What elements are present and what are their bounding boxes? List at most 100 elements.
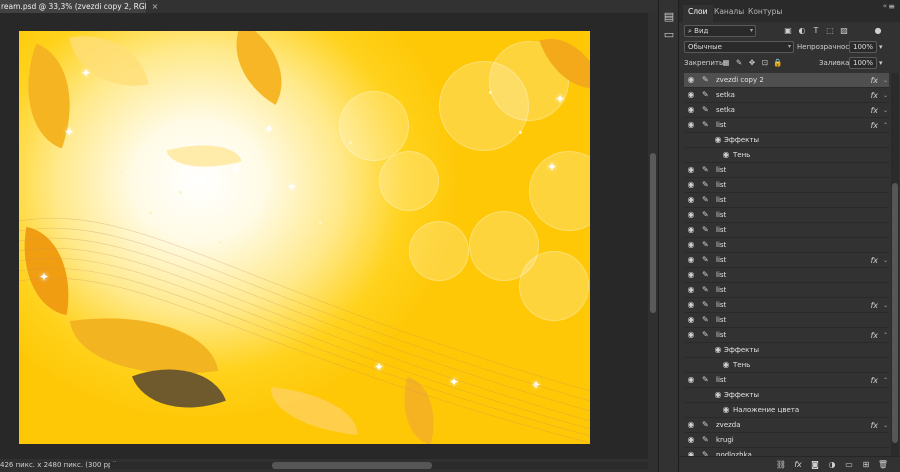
close-tab-icon[interactable]: × bbox=[150, 0, 160, 13]
smart-object-filter-icon[interactable]: ▨ bbox=[839, 26, 849, 36]
collapse-panel-icon[interactable]: « bbox=[883, 2, 887, 10]
layer-row[interactable]: ◉ ✎ list bbox=[684, 193, 889, 208]
visibility-eye-icon[interactable]: ◉ bbox=[686, 240, 696, 250]
visibility-eye-icon[interactable]: ◉ bbox=[686, 210, 696, 220]
filter-toggle-icon[interactable]: ● bbox=[873, 26, 883, 36]
horizontal-scroll-thumb[interactable] bbox=[272, 462, 432, 469]
lock-position-icon[interactable]: ✥ bbox=[747, 58, 757, 68]
layer-row[interactable]: ◉ ✎ list bbox=[684, 313, 889, 328]
layer-fx-icon[interactable]: fx bbox=[870, 118, 878, 133]
layer-fx-icon[interactable]: fx bbox=[870, 373, 878, 388]
layer-fx-icon[interactable]: fx bbox=[870, 103, 878, 118]
new-group-icon[interactable]: ▭ bbox=[843, 459, 855, 471]
history-panel-icon[interactable]: ▤ bbox=[662, 10, 676, 24]
blend-mode-select[interactable]: Обычные ▾ bbox=[684, 41, 794, 53]
layer-row[interactable]: ◉ ✎ list fx ⌄ bbox=[684, 298, 889, 313]
fx-expand-chevron-icon[interactable]: ⌄ bbox=[883, 298, 888, 313]
layer-row[interactable]: ◉ ✎ list fx ⌃ bbox=[684, 373, 889, 388]
type-filter-icon[interactable]: T bbox=[811, 26, 821, 36]
lock-all-icon[interactable]: 🔒 bbox=[773, 58, 783, 68]
fx-expand-chevron-icon[interactable]: ⌄ bbox=[883, 418, 888, 433]
visibility-eye-icon[interactable]: ◉ bbox=[686, 330, 696, 340]
fill-input[interactable]: 100% bbox=[849, 57, 877, 69]
effect-row[interactable]: ◉ Эффекты bbox=[684, 343, 889, 358]
shape-filter-icon[interactable]: ⬚ bbox=[825, 26, 835, 36]
image-filter-icon[interactable]: ▣ bbox=[783, 26, 793, 36]
filter-kind-select[interactable]: ⌕ Вид ▾ bbox=[684, 25, 756, 37]
layer-row[interactable]: ◉ ✎ zvezda fx ⌄ bbox=[684, 418, 889, 433]
layer-fx-icon[interactable]: fx bbox=[870, 328, 878, 343]
panel-menu-icon[interactable]: ≡ bbox=[888, 2, 895, 11]
layer-row[interactable]: ◉ ✎ list bbox=[684, 268, 889, 283]
layer-row[interactable]: ◉ ✎ list bbox=[684, 238, 889, 253]
effect-row[interactable]: ◉ Тень bbox=[684, 148, 889, 163]
horizontal-scrollbar[interactable] bbox=[110, 462, 648, 469]
visibility-eye-icon[interactable]: ◉ bbox=[721, 405, 731, 415]
layer-fx-icon[interactable]: fx bbox=[870, 298, 878, 313]
layer-fx-icon[interactable]: fx bbox=[870, 253, 878, 268]
visibility-eye-icon[interactable]: ◉ bbox=[686, 315, 696, 325]
visibility-eye-icon[interactable]: ◉ bbox=[686, 255, 696, 265]
layer-row[interactable]: ◉ ✎ list bbox=[684, 163, 889, 178]
layer-row[interactable]: ◉ ✎ setka fx ⌄ bbox=[684, 103, 889, 118]
visibility-eye-icon[interactable]: ◉ bbox=[686, 375, 696, 385]
effect-row[interactable]: ◉ Эффекты bbox=[684, 133, 889, 148]
visibility-eye-icon[interactable]: ◉ bbox=[686, 75, 696, 85]
fx-expand-chevron-icon[interactable]: ⌃ bbox=[883, 328, 888, 343]
visibility-eye-icon[interactable]: ◉ bbox=[686, 90, 696, 100]
adjustment-filter-icon[interactable]: ◐ bbox=[797, 26, 807, 36]
visibility-eye-icon[interactable]: ◉ bbox=[686, 300, 696, 310]
fx-expand-chevron-icon[interactable]: ⌄ bbox=[883, 103, 888, 118]
fx-expand-chevron-icon[interactable]: ⌃ bbox=[883, 118, 888, 133]
effect-row[interactable]: ◉ Наложение цвета bbox=[684, 403, 889, 418]
visibility-eye-icon[interactable]: ◉ bbox=[686, 225, 696, 235]
layer-mask-icon[interactable]: ◙ bbox=[809, 459, 821, 471]
fx-expand-chevron-icon[interactable]: ⌄ bbox=[883, 253, 888, 268]
layer-row[interactable]: ◉ ✎ krugi bbox=[684, 433, 889, 448]
visibility-eye-icon[interactable]: ◉ bbox=[721, 150, 731, 160]
layer-fx-icon[interactable]: fx bbox=[870, 418, 878, 433]
visibility-eye-icon[interactable]: ◉ bbox=[686, 420, 696, 430]
vertical-scrollbar[interactable] bbox=[648, 13, 658, 459]
visibility-eye-icon[interactable]: ◉ bbox=[686, 195, 696, 205]
opacity-dropdown-icon[interactable]: ▾ bbox=[879, 41, 883, 53]
adjustment-layer-icon[interactable]: ◑ bbox=[826, 459, 838, 471]
layer-row[interactable]: ◉ ✎ list bbox=[684, 208, 889, 223]
delete-layer-icon[interactable]: 🗑 bbox=[877, 459, 889, 471]
fx-expand-chevron-icon[interactable]: ⌄ bbox=[883, 88, 888, 103]
lock-transparent-pixels-icon[interactable]: ▦ bbox=[721, 58, 731, 68]
visibility-eye-icon[interactable]: ◉ bbox=[686, 105, 696, 115]
visibility-eye-icon[interactable]: ◉ bbox=[713, 345, 723, 355]
opacity-input[interactable]: 100% bbox=[849, 41, 877, 53]
fx-expand-chevron-icon[interactable]: ⌄ bbox=[883, 73, 888, 88]
effect-row[interactable]: ◉ Тень bbox=[684, 358, 889, 373]
layer-row[interactable]: ◉ ✎ list bbox=[684, 178, 889, 193]
link-layers-icon[interactable]: ⛓ bbox=[775, 459, 787, 471]
fx-expand-chevron-icon[interactable]: ⌃ bbox=[883, 373, 888, 388]
fill-dropdown-icon[interactable]: ▾ bbox=[879, 57, 883, 69]
layers-scrollbar[interactable] bbox=[891, 73, 899, 456]
fx-add-icon[interactable]: fx bbox=[792, 459, 804, 471]
tab-paths[interactable]: Контуры bbox=[743, 5, 787, 22]
new-layer-icon[interactable]: ⊞ bbox=[860, 459, 872, 471]
comments-panel-icon[interactable]: ▭ bbox=[662, 28, 676, 42]
visibility-eye-icon[interactable]: ◉ bbox=[721, 360, 731, 370]
lock-artboard-icon[interactable]: ⊡ bbox=[760, 58, 770, 68]
layer-row[interactable]: ◉ ✎ list fx ⌃ bbox=[684, 328, 889, 343]
visibility-eye-icon[interactable]: ◉ bbox=[686, 180, 696, 190]
effect-row[interactable]: ◉ Эффекты bbox=[684, 388, 889, 403]
visibility-eye-icon[interactable]: ◉ bbox=[686, 270, 696, 280]
visibility-eye-icon[interactable]: ◉ bbox=[713, 390, 723, 400]
visibility-eye-icon[interactable]: ◉ bbox=[686, 285, 696, 295]
vertical-scroll-thumb[interactable] bbox=[650, 153, 656, 313]
layer-fx-icon[interactable]: fx bbox=[870, 73, 878, 88]
canvas-artwork[interactable]: ✦ ✦ ✦ ✦ ✦ ✦ ✦ ✦ ✦ ✦ ✦ bbox=[19, 31, 590, 444]
layer-row[interactable]: ◉ ✎ list fx ⌃ bbox=[684, 118, 889, 133]
layer-fx-icon[interactable]: fx bbox=[870, 88, 878, 103]
lock-image-pixels-icon[interactable]: ✎ bbox=[734, 58, 744, 68]
layer-row[interactable]: ◉ ✎ list fx ⌄ bbox=[684, 253, 889, 268]
visibility-eye-icon[interactable]: ◉ bbox=[686, 435, 696, 445]
visibility-eye-icon[interactable]: ◉ bbox=[713, 135, 723, 145]
layer-row[interactable]: ◉ ✎ list bbox=[684, 283, 889, 298]
layer-row[interactable]: ◉ ✎ setka fx ⌄ bbox=[684, 88, 889, 103]
